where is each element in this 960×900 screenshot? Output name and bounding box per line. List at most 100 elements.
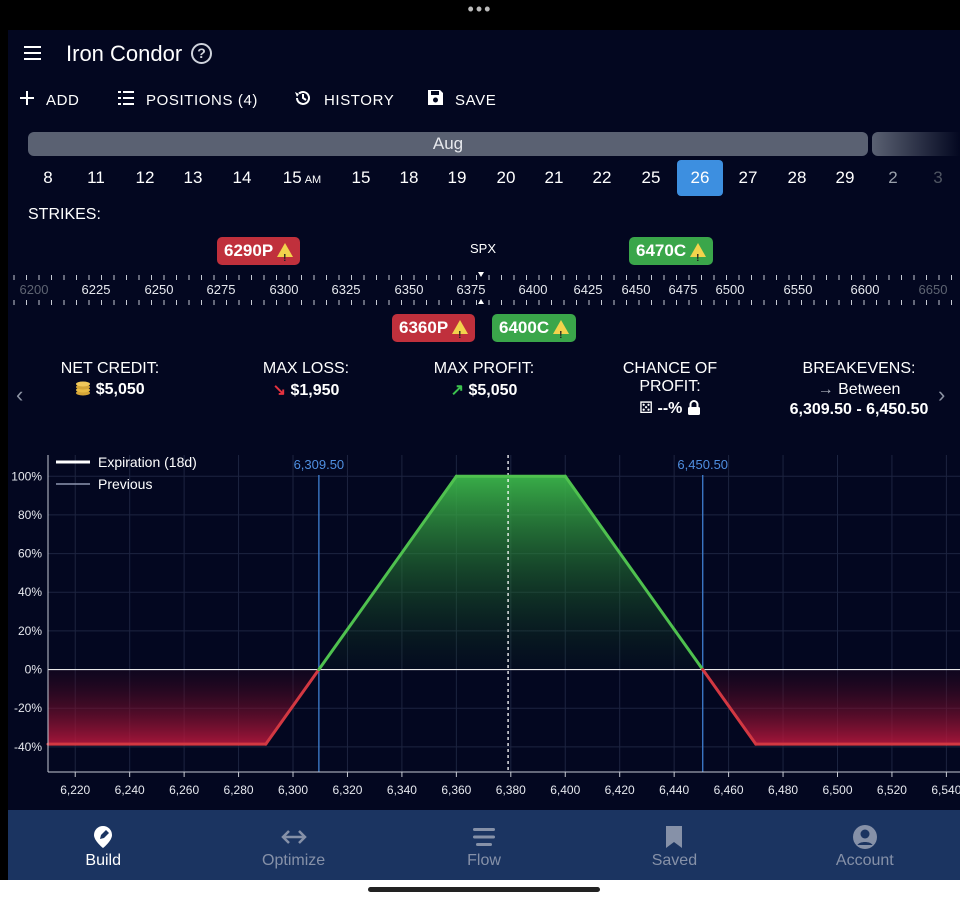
date-label: 12 [135,168,155,187]
x-tick-label: 6,500 [822,783,852,797]
profit-area [318,476,703,670]
profit-loss-chart[interactable]: 100% 80% 60% 40% 20% 0% -20% -40% 6,220 6,240 6,26… [8,445,960,815]
chance-value-row: ⚄ --% [610,398,730,418]
y-tick-label: 20% [18,624,42,638]
strategy-stats: NET CREDIT: $5,050 MAX LOSS: ↘ $1,950 MA… [8,360,960,430]
x-tick-label: 6,300 [278,783,308,797]
nav-optimize[interactable]: Optimize [198,810,388,880]
nav-flow[interactable]: Flow [389,810,579,880]
date-14[interactable]: 14 [219,160,265,196]
coins-icon [75,380,91,396]
strike-leg-6360p[interactable]: 6360P [392,314,476,350]
x-tick-label: 6,360 [441,783,471,797]
date-18[interactable]: 18 [386,160,432,196]
nav-account[interactable]: Account [770,810,960,880]
max-loss-value: $1,950 [290,382,340,399]
underlying-label: SPX [470,241,497,256]
max-profit-label: MAX PROFIT: [433,360,535,377]
strike-label: 6400 [519,282,548,297]
date-29[interactable]: 29 [822,160,868,196]
date-label: 2 [888,168,898,187]
strike-label: 6600 [851,282,880,297]
strike-leg-6470c[interactable]: 6470C [629,237,714,273]
bottom-navigation: Build Optimize Flow Saved Account [8,810,960,880]
net-credit-stat: NET CREDIT: $5,050 [48,360,172,399]
warning-icon [452,320,469,350]
strike-scale[interactable]: 6200 6225 6250 6275 6300 6325 6350 6375 6400 6425… [8,270,960,330]
x-tick-label: 6,400 [550,783,580,797]
window-handle[interactable]: ••• [0,0,960,30]
nav-build[interactable]: Build [8,810,198,880]
date-25[interactable]: 25 [628,160,674,196]
nav-saved[interactable]: Saved [579,810,769,880]
lock-icon[interactable] [687,400,701,415]
date-20[interactable]: 20 [483,160,529,196]
date-label: 22 [592,168,612,187]
spx-marker-top [478,272,484,277]
optimize-icon [198,824,388,850]
arrow-down-right-icon: ↘ [272,382,286,399]
positions-button-label: POSITIONS (4) [146,91,258,109]
breakevens-between-row: → Between [774,381,944,399]
date-label: 21 [544,168,564,187]
date-2[interactable]: 2 [870,160,916,196]
warning-icon [553,320,570,350]
history-button-label: HISTORY [324,91,395,109]
date-label: 29 [835,168,855,187]
breakevens-value: 6,309.50 - 6,450.50 [789,401,929,418]
save-button[interactable]: SAVE [428,85,496,115]
x-tick-label: 6,520 [877,783,907,797]
page-title: Iron Condor [66,41,183,66]
home-indicator-bar[interactable] [0,880,960,900]
date-11[interactable]: 11 [73,160,119,196]
dice-icon: ⚄ [639,400,654,417]
date-19[interactable]: 19 [434,160,480,196]
positions-button[interactable]: POSITIONS (4) [118,85,258,115]
date-label: 25 [641,168,661,187]
strike-leg-label: 6290P [224,241,274,260]
date-27[interactable]: 27 [725,160,771,196]
month-header[interactable]: Aug [28,132,868,156]
date-suffix: AM [304,174,322,186]
strike-label: 6275 [207,282,236,297]
date-15[interactable]: 15 [338,160,384,196]
date-12[interactable]: 12 [122,160,168,196]
next-month-header[interactable] [872,132,960,156]
date-26[interactable]: 26 [677,160,723,196]
add-button-label: ADD [46,91,80,109]
strike-leg-label: 6360P [399,318,449,337]
date-21[interactable]: 21 [531,160,577,196]
breakeven-label: 6,450.50 [677,457,728,472]
strike-leg-6400c[interactable]: 6400C [492,314,577,350]
date-8[interactable]: 8 [25,160,71,196]
flow-icon [389,824,579,850]
strike-label: 6300 [270,282,299,297]
loss-area-left [48,669,319,745]
add-button[interactable]: ADD [20,85,79,115]
strike-leg-6290p[interactable]: 6290P [217,237,301,273]
strikes-label: STRIKES: [28,206,101,223]
date-22[interactable]: 22 [579,160,625,196]
date-label: 3 [933,168,943,187]
history-button[interactable]: HISTORY [294,85,394,115]
strike-label: 6500 [716,282,745,297]
strike-label: 6550 [784,282,813,297]
y-tick-label: 100% [11,469,42,483]
date-label: 18 [399,168,419,187]
list-icon [118,90,134,110]
date-3[interactable]: 3 [915,160,960,196]
spx-marker-bottom [478,299,484,304]
help-icon[interactable]: ? [191,43,212,64]
strike-label: 6200 [20,282,49,297]
history-icon [294,89,312,112]
date-label: 27 [738,168,758,187]
date-28[interactable]: 28 [774,160,820,196]
date-15-am[interactable]: 15 AM [279,160,325,196]
strike-label: 6250 [145,282,174,297]
date-13[interactable]: 13 [170,160,216,196]
net-credit-value-row: $5,050 [48,380,172,399]
menu-icon[interactable] [24,46,41,60]
net-credit-label: NET CREDIT: [60,360,160,377]
date-label: 15 [282,168,302,187]
date-label: 13 [183,168,203,187]
